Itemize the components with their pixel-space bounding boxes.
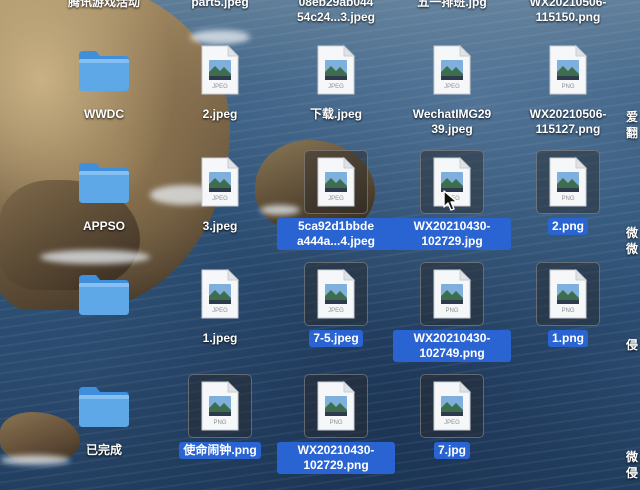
desktop-file[interactable]: PNG WX20210506- 115127.png: [508, 38, 628, 150]
svg-text:JPEG: JPEG: [212, 308, 228, 314]
desktop-file[interactable]: JPEG 7-5.jpeg: [276, 262, 396, 374]
image-file-icon: JPEG: [188, 262, 252, 326]
image-file-icon: JPEG: [304, 38, 368, 102]
item-label: 2.png: [548, 218, 588, 235]
image-file-icon: JPEG: [420, 38, 484, 102]
item-label: 1.jpeg: [202, 331, 238, 345]
item-label: WX20210506- 115127.png: [529, 107, 607, 136]
desktop-file[interactable]: JPEG 2.jpeg: [160, 38, 280, 150]
desktop-file[interactable]: JPEG 5ca92d1bbde a444a...4.jpeg: [276, 150, 396, 262]
folder-icon: [72, 374, 136, 438]
image-file-icon: PNG: [536, 150, 600, 214]
svg-text:PNG: PNG: [561, 196, 574, 202]
folder-icon: [72, 150, 136, 214]
desktop-folder[interactable]: WWDC: [44, 38, 164, 150]
item-label: 1.png: [548, 330, 588, 347]
svg-text:JPEG: JPEG: [328, 84, 344, 90]
desktop-file[interactable]: PNG WX20210430- 102749.png: [392, 262, 512, 374]
edge-label-fragment: 微: [626, 450, 639, 464]
image-file-icon: PNG: [188, 374, 252, 438]
item-label: WX20210430- 102729.png: [277, 442, 395, 474]
mouse-pointer-icon: [443, 190, 458, 211]
item-label: 7-5.jpeg: [309, 330, 363, 347]
cutoff-item-label: 腾讯游戏活动: [67, 0, 140, 9]
item-label: 使命闹钟.png: [179, 442, 261, 459]
svg-text:PNG: PNG: [561, 84, 574, 90]
item-label: 7.jpg: [433, 442, 470, 459]
image-file-icon: PNG: [304, 374, 368, 438]
image-file-icon: JPEG: [188, 150, 252, 214]
cutoff-item-label: part5.jpeg: [191, 0, 249, 9]
edge-label-fragment: 侵: [626, 466, 639, 480]
image-file-icon: PNG: [536, 262, 600, 326]
svg-text:JPEG: JPEG: [212, 84, 228, 90]
desktop-folder[interactable]: [44, 262, 164, 374]
svg-text:PNG: PNG: [213, 420, 226, 426]
svg-text:PNG: PNG: [445, 308, 458, 314]
image-file-icon: JPEG: [420, 374, 484, 438]
svg-text:PNG: PNG: [561, 308, 574, 314]
cutoff-item-label: 08eb29ab044 54c24...3.jpeg: [296, 0, 376, 24]
desktop-file[interactable]: PNG 使命闹钟.png: [160, 374, 280, 486]
item-label: WX20210430- 102729.jpg: [393, 218, 511, 250]
folder-icon: [72, 262, 136, 326]
image-file-icon: PNG: [420, 262, 484, 326]
item-label: WechatIMG29 39.jpeg: [412, 107, 492, 136]
desktop-file[interactable]: JPEG 1.jpeg: [160, 262, 280, 374]
desktop-folder[interactable]: APPSO: [44, 150, 164, 262]
item-label: WWDC: [84, 107, 124, 121]
desktop-file[interactable]: PNG WX20210430- 102729.png: [276, 374, 396, 486]
item-label: APPSO: [82, 219, 125, 233]
cutoff-item-label: WX20210506- 115150.png: [529, 0, 607, 24]
desktop-file[interactable]: JPEG 下载.jpeg: [276, 38, 396, 150]
item-label: WX20210430- 102749.png: [393, 330, 511, 362]
cutoff-item-label: 五一排班.jpg: [417, 0, 487, 9]
folder-icon: [72, 38, 136, 102]
desktop-file[interactable]: JPEG WechatIMG29 39.jpeg: [392, 38, 512, 150]
desktop-file[interactable]: PNG 2.png: [508, 150, 628, 262]
item-label: 5ca92d1bbde a444a...4.jpeg: [277, 218, 395, 250]
desktop-file[interactable]: JPEG 7.jpg: [392, 374, 512, 486]
image-file-icon: PNG: [536, 38, 600, 102]
svg-text:JPEG: JPEG: [444, 84, 460, 90]
item-label: 下载.jpeg: [309, 107, 362, 121]
image-file-icon: JPEG: [304, 150, 368, 214]
svg-text:JPEG: JPEG: [212, 196, 228, 202]
svg-text:JPEG: JPEG: [328, 308, 344, 314]
image-file-icon: JPEG: [188, 38, 252, 102]
image-file-icon: JPEG: [304, 262, 368, 326]
svg-text:PNG: PNG: [329, 420, 342, 426]
desktop-folder[interactable]: 已完成: [44, 374, 164, 486]
desktop-file[interactable]: JPEG 3.jpeg: [160, 150, 280, 262]
desktop-icon-grid: 腾讯游戏活动 part5.jpeg 08eb29ab044 54c24...3.jp…: [0, 0, 640, 490]
desktop-file[interactable]: PNG 1.png: [508, 262, 628, 374]
item-label: 已完成: [85, 443, 122, 457]
svg-text:JPEG: JPEG: [328, 196, 344, 202]
svg-text:JPEG: JPEG: [444, 420, 460, 426]
item-label: 3.jpeg: [202, 219, 238, 233]
item-label: 2.jpeg: [202, 107, 238, 121]
